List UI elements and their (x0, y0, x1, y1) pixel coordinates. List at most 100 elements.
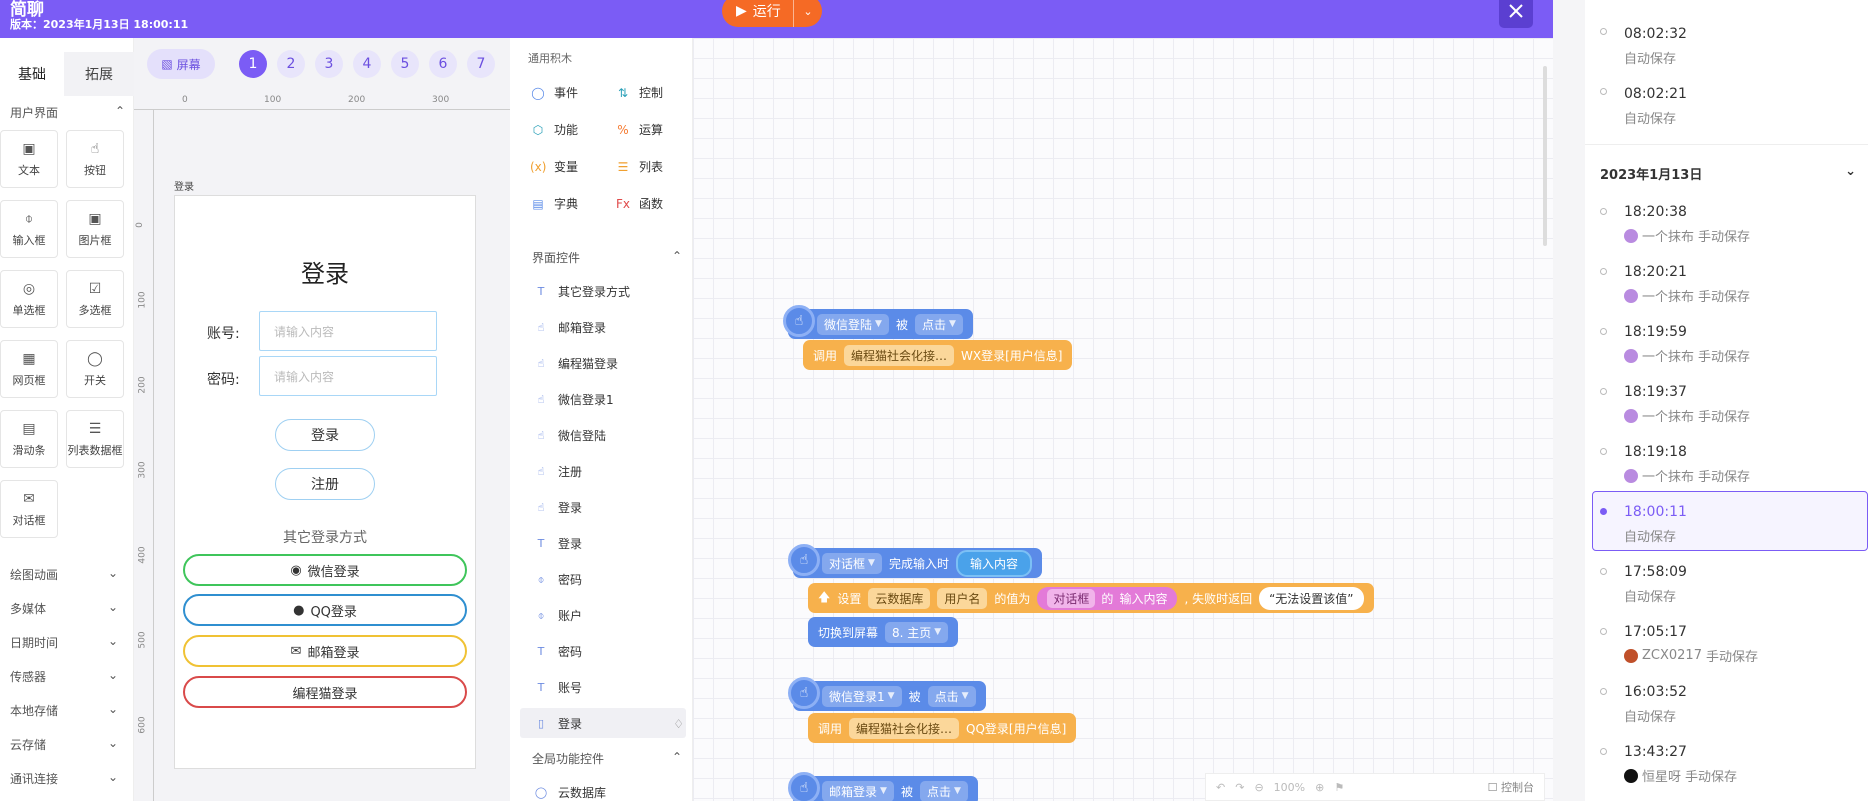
flag-icon[interactable]: ⚑ (1334, 781, 1344, 794)
history-time[interactable]: 18:19:37 (1624, 384, 1687, 400)
undo-icon[interactable]: ↶ (1216, 781, 1225, 794)
screen-selector[interactable]: ▧ 屏幕 (147, 49, 215, 79)
account-input[interactable]: 请输入内容 (259, 311, 437, 351)
event-block-email-click[interactable]: 当 邮箱登录▼ 被 点击▼ (793, 776, 978, 801)
component-webview[interactable]: ▦ 网页框 (0, 340, 58, 398)
component-checkbox[interactable]: ☑ 多选框 (66, 270, 124, 328)
block-category-operator[interactable]: % 运算 (615, 121, 663, 138)
component-radio[interactable]: ◎ 单选框 (0, 270, 58, 328)
control-item-screen[interactable]: ▯ 登录 ♢ (534, 715, 684, 732)
history-time[interactable]: 17:05:17 (1624, 624, 1687, 640)
db-dropdown[interactable]: 云数据库 (868, 587, 931, 609)
password-input[interactable]: 请输入内容 (259, 356, 437, 396)
history-time[interactable]: 08:02:21 (1624, 86, 1687, 102)
login-title[interactable]: 登录 (175, 254, 475, 289)
history-time[interactable]: 13:43:27 (1624, 744, 1687, 760)
block-category-variable[interactable]: (x) 变量 (530, 158, 578, 175)
page-button-6[interactable]: 6 (429, 50, 457, 78)
field-dropdown[interactable]: 用户名 (937, 587, 988, 609)
control-item[interactable]: ☝ 注册 (534, 463, 684, 480)
category-local-storage[interactable]: 本地存储 ⌄ (10, 702, 118, 719)
control-item[interactable]: ⌽ 密码 (534, 571, 684, 588)
param-chip[interactable]: 输入内容 (955, 549, 1032, 577)
control-item[interactable]: ⌽ 账户 (534, 607, 684, 624)
component-switch[interactable]: ◯ 开关 (66, 340, 124, 398)
component-image[interactable]: ▣ 图片框 (66, 200, 124, 258)
switch-screen-block[interactable]: 切换到屏幕 8. 主页 ▼ (808, 617, 959, 647)
target-dropdown[interactable]: 邮箱登录 ▼ (822, 780, 894, 801)
component-list[interactable]: ☰ 列表数据框 (66, 410, 124, 468)
close-button[interactable] (1499, 0, 1533, 28)
tab-basic[interactable]: 基础 (0, 52, 64, 96)
register-button[interactable]: 注册 (275, 468, 375, 500)
account-label[interactable]: 账号: (207, 323, 240, 343)
target-dropdown[interactable]: 微信登录1 ▼ (822, 685, 902, 707)
category-animation[interactable]: 绘图动画 ⌄ (10, 566, 118, 583)
control-item[interactable]: ☝ 编程猫登录 (534, 355, 684, 372)
block-category-event[interactable]: ◯ 事件 (530, 84, 578, 101)
page-button-5[interactable]: 5 (391, 50, 419, 78)
history-time[interactable]: 16:03:52 (1624, 684, 1687, 700)
section-user-interface[interactable]: 用户界面 ⌃ (10, 104, 125, 121)
history-time[interactable]: 18:00:11 (1624, 504, 1687, 520)
redo-icon[interactable]: ↷ (1235, 781, 1244, 794)
control-item[interactable]: T 密码 (534, 643, 684, 660)
block-category-control[interactable]: ⇅ 控制 (615, 84, 663, 101)
zoom-in-icon[interactable]: ⊕ (1315, 781, 1324, 794)
event-block-dialog-input[interactable]: 当 对话框▼ 完成输入时 输入内容 (793, 548, 1042, 578)
console-button[interactable]: ☐ 控制台 (1488, 779, 1544, 795)
call-block-qq-login[interactable]: 调用 编程猫社会化接… QQ登录[用户信息] (808, 713, 1077, 743)
category-datetime[interactable]: 日期时间 ⌄ (10, 634, 118, 651)
call-block-wx-login[interactable]: 调用 编程猫社会化接… WX登录[用户信息] (803, 340, 1073, 370)
history-date-group[interactable]: 2023年1月13日 ⌄ (1600, 164, 1856, 183)
phone-preview[interactable]: 登录 账号: 请输入内容 密码: 请输入内容 登录 注册 其它登录方式 ◉ 微信登… (174, 195, 476, 769)
fail-text-input[interactable]: “无法设置该值” (1259, 586, 1364, 610)
component-slider[interactable]: ▤ 滑动条 (0, 410, 58, 468)
run-dropdown-chevron-icon[interactable]: ⌄ (794, 5, 822, 18)
tab-extension[interactable]: 拓展 (64, 52, 134, 96)
event-block-wechat-click[interactable]: 当 微信登陆▼ 被 点击▼ (788, 309, 973, 339)
category-cloud-storage[interactable]: 云存储 ⌄ (10, 736, 118, 753)
login-button[interactable]: 登录 (275, 419, 375, 451)
block-category-dictionary[interactable]: ▤ 字典 (530, 195, 578, 212)
history-time[interactable]: 18:19:59 (1624, 324, 1687, 340)
component-text[interactable]: ▣ 文本 (0, 130, 58, 188)
control-item[interactable]: ☝ 微信登陆 (534, 427, 684, 444)
event-block-wechat1-click[interactable]: 当 微信登录1▼ 被 点击▼ (793, 681, 986, 711)
control-item[interactable]: T 其它登录方式 (534, 283, 684, 300)
control-item[interactable]: ☝ 微信登录1 (534, 391, 684, 408)
zoom-out-icon[interactable]: ⊖ (1254, 781, 1263, 794)
dialog-value-chip[interactable]: 对话框的输入内容 (1037, 586, 1178, 610)
target-dropdown[interactable]: 微信登陆 ▼ (817, 313, 889, 335)
event-dropdown[interactable]: 点击 ▼ (914, 313, 963, 335)
workspace-scrollbar[interactable] (1543, 66, 1547, 246)
history-time[interactable]: 17:58:09 (1624, 564, 1687, 580)
component-button[interactable]: ☝ 按钮 (66, 130, 124, 188)
block-category-func[interactable]: Fx 函数 (615, 195, 663, 212)
event-dropdown[interactable]: 点击 ▼ (927, 685, 976, 707)
history-time[interactable]: 18:19:18 (1624, 444, 1687, 460)
event-dropdown[interactable]: 点击 ▼ (919, 780, 968, 801)
control-item[interactable]: ☝ 登录 (534, 499, 684, 516)
password-label[interactable]: 密码: (207, 369, 240, 389)
history-time[interactable]: 18:20:21 (1624, 264, 1687, 280)
screen-dropdown[interactable]: 8. 主页 ▼ (885, 621, 949, 643)
block-category-list[interactable]: ☰ 列表 (615, 158, 663, 175)
qq-login-button[interactable]: ● QQ登录 (183, 594, 467, 626)
target-dropdown[interactable]: 对话框 ▼ (822, 552, 882, 574)
ui-controls-title[interactable]: 界面控件 ⌃ (532, 249, 682, 266)
component-dialog[interactable]: ✉ 对话框 (0, 480, 58, 538)
global-controls-title[interactable]: 全局功能控件 ⌃ (532, 750, 682, 767)
page-button-7[interactable]: 7 (467, 50, 495, 78)
library-dropdown[interactable]: 编程猫社会化接… (849, 717, 960, 739)
category-media[interactable]: 多媒体 ⌄ (10, 600, 118, 617)
history-time[interactable]: 18:20:38 (1624, 204, 1687, 220)
page-button-1[interactable]: 1 (239, 50, 267, 78)
component-input[interactable]: ⌽ 输入框 (0, 200, 58, 258)
control-item[interactable]: T 账号 (534, 679, 684, 696)
page-button-3[interactable]: 3 (315, 50, 343, 78)
control-item[interactable]: ☝ 邮箱登录 (534, 319, 684, 336)
library-dropdown[interactable]: 编程猫社会化接… (844, 344, 955, 366)
set-db-block[interactable]: 🡅 设置 云数据库 用户名 的值为 对话框的输入内容 , 失败时返回 “无法设置… (808, 583, 1374, 613)
category-sensor[interactable]: 传感器 ⌄ (10, 668, 118, 685)
